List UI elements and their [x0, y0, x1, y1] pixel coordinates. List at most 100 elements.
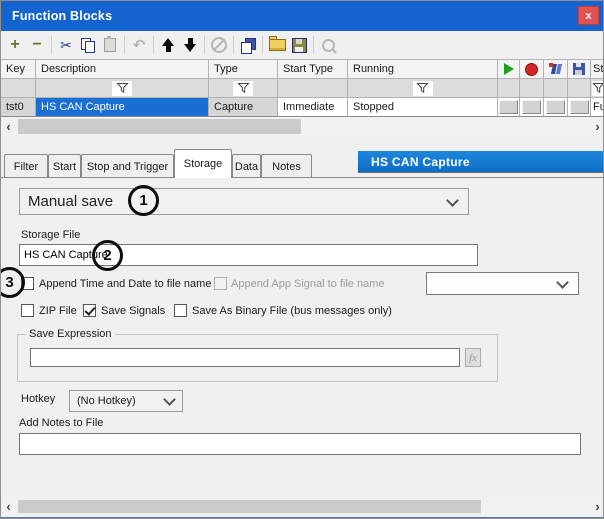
tab-filter[interactable]: Filter [4, 154, 48, 178]
filter-cell-icon [568, 79, 591, 97]
remove-icon: − [32, 37, 41, 53]
cell-start-button[interactable] [498, 98, 520, 116]
scrollbar-thumb[interactable] [18, 119, 301, 134]
toolbar-separator [124, 36, 125, 54]
close-button[interactable]: x [578, 6, 599, 25]
row-button [570, 100, 589, 114]
filter-funnel-button[interactable] [592, 81, 604, 96]
append-time-label: Append Time and Date to file name [39, 278, 211, 290]
column-header-start-type[interactable]: Start Type [278, 60, 348, 78]
toolbar-separator [204, 36, 205, 54]
filter-funnel-button[interactable] [233, 81, 253, 96]
scroll-left-arrow[interactable]: ‹ [1, 498, 16, 515]
tab-notes[interactable]: Notes [261, 154, 312, 178]
save-signals-label: Save Signals [101, 305, 165, 317]
find-button[interactable] [317, 35, 339, 55]
save-expression-input[interactable] [30, 348, 460, 367]
disable-button[interactable] [208, 35, 230, 55]
filter-cell-icon [498, 79, 520, 97]
table-filter-row [1, 79, 604, 98]
filter-funnel-button[interactable] [413, 81, 433, 96]
cell-report-button[interactable] [544, 98, 568, 116]
add-button[interactable]: + [4, 35, 26, 55]
hotkey-label: Hotkey [21, 393, 55, 405]
column-header-start[interactable] [498, 60, 520, 78]
column-header-record[interactable] [520, 60, 544, 78]
report-icon [549, 63, 563, 75]
filter-cell-start-type [278, 79, 348, 97]
save-mode-dropdown[interactable]: Manual save [19, 188, 469, 215]
table-row[interactable]: tst0 HS CAN Capture Capture Immediate St… [1, 98, 604, 117]
cut-icon: ✂ [60, 38, 72, 52]
cascade-windows-button[interactable] [237, 35, 259, 55]
column-header-report[interactable] [544, 60, 568, 78]
cut-button[interactable]: ✂ [55, 35, 77, 55]
zip-file-label: ZIP File [39, 305, 77, 317]
column-header-key[interactable]: Key [1, 60, 36, 78]
annotation-circle-1: 1 [128, 185, 159, 216]
cell-status[interactable]: Fu [591, 98, 604, 116]
storage-file-label: Storage File [21, 229, 80, 241]
cell-record-button[interactable] [520, 98, 544, 116]
copy-button[interactable] [77, 35, 99, 55]
app-signal-dropdown[interactable] [426, 272, 579, 295]
move-down-button[interactable] [179, 35, 201, 55]
tab-stop-and-trigger[interactable]: Stop and Trigger [81, 154, 174, 178]
scroll-right-arrow[interactable]: › [590, 117, 604, 136]
tab-data[interactable]: Data [232, 154, 261, 178]
save-signals-checkbox[interactable] [83, 304, 96, 317]
filter-cell-status [591, 79, 604, 97]
title-bar[interactable]: Function Blocks [1, 1, 604, 31]
remove-button[interactable]: − [26, 35, 48, 55]
cell-key[interactable]: tst0 [1, 98, 36, 116]
fx-icon: fx [469, 352, 477, 364]
column-header-running[interactable]: Running [348, 60, 498, 78]
add-notes-label: Add Notes to File [19, 417, 103, 429]
expression-builder-button[interactable]: fx [465, 348, 481, 367]
table-header-row: Key Description Type Start Type Running … [1, 59, 604, 79]
chevron-down-icon [556, 276, 569, 289]
function-blocks-window: Function Blocks x + − ✂ ↶ Key Descriptio… [0, 0, 604, 519]
scroll-left-arrow[interactable]: ‹ [1, 117, 16, 136]
zip-file-checkbox[interactable] [21, 304, 34, 317]
chevron-down-icon [163, 393, 176, 406]
toolbar-separator [153, 36, 154, 54]
add-notes-input[interactable] [19, 433, 581, 455]
banner-title: HS CAN Capture [371, 155, 470, 169]
cell-start-type[interactable]: Immediate [278, 98, 348, 116]
cascade-windows-icon [241, 38, 256, 53]
toolbar-separator [233, 36, 234, 54]
funnel-icon [416, 82, 429, 94]
save-floppy-icon [292, 38, 307, 53]
scroll-right-arrow[interactable]: › [590, 498, 604, 515]
filter-cell-type [209, 79, 278, 97]
scrollbar-thumb[interactable] [18, 500, 481, 513]
column-header-status[interactable]: St [591, 60, 604, 78]
undo-button[interactable]: ↶ [128, 35, 150, 55]
cell-description-selected[interactable]: HS CAN Capture [36, 98, 209, 116]
move-up-button[interactable] [157, 35, 179, 55]
column-header-save[interactable] [568, 60, 591, 78]
filter-funnel-button[interactable] [112, 81, 132, 96]
column-header-type[interactable]: Type [209, 60, 278, 78]
hotkey-dropdown[interactable]: (No Hotkey) [69, 390, 183, 412]
open-file-button[interactable] [266, 35, 288, 55]
tab-storage[interactable]: Storage [174, 149, 232, 178]
toolbar-separator [51, 36, 52, 54]
save-binary-checkbox[interactable] [174, 304, 187, 317]
column-header-description[interactable]: Description [36, 60, 209, 78]
cell-running[interactable]: Stopped [348, 98, 498, 116]
save-file-button[interactable] [288, 35, 310, 55]
save-column-icon [573, 63, 585, 75]
append-app-signal-checkbox[interactable] [214, 277, 227, 290]
filter-cell-description [36, 79, 209, 97]
storage-file-input[interactable] [19, 244, 478, 266]
table-horizontal-scrollbar: ‹ › [1, 117, 604, 136]
paste-button[interactable] [99, 35, 121, 55]
open-folder-icon [269, 39, 286, 51]
save-binary-label: Save As Binary File (bus messages only) [192, 305, 392, 317]
cell-type[interactable]: Capture [209, 98, 278, 116]
cell-save-button[interactable] [568, 98, 591, 116]
append-app-signal-label: Append App Signal to file name [231, 278, 385, 290]
tab-start[interactable]: Start [48, 154, 81, 178]
